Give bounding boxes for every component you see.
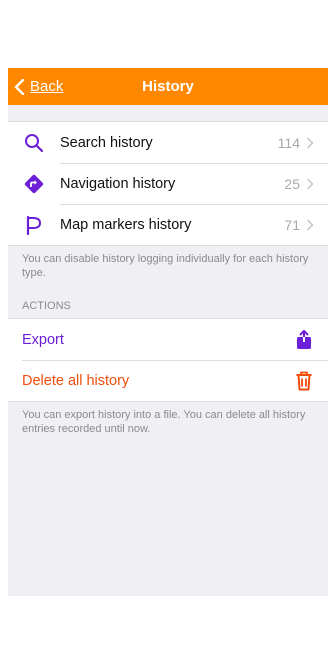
search-icon bbox=[25, 133, 44, 152]
map-markers-history-count: 71 bbox=[284, 216, 300, 233]
navigation-bar: Back History bbox=[8, 68, 328, 105]
navigation-history-count: 25 bbox=[284, 175, 300, 192]
trash-icon bbox=[296, 371, 312, 390]
navigation-history-row[interactable]: Navigation history 25 bbox=[8, 163, 328, 204]
chevron-right-icon bbox=[306, 218, 314, 231]
app-screen: Back History Search history 114 Navigati… bbox=[8, 68, 328, 596]
actions-header: ACTIONS bbox=[22, 300, 71, 312]
navigation-history-label: Navigation history bbox=[60, 175, 176, 192]
search-history-count: 114 bbox=[277, 134, 300, 151]
map-markers-history-row[interactable]: Map markers history 71 bbox=[8, 204, 328, 245]
map-markers-history-label: Map markers history bbox=[60, 216, 192, 233]
chevron-right-icon bbox=[306, 136, 314, 149]
actions-note: You can export history into a file. You … bbox=[22, 409, 306, 435]
search-history-row[interactable]: Search history 114 bbox=[8, 122, 328, 163]
delete-all-history-label: Delete all history bbox=[22, 372, 130, 389]
chevron-right-icon bbox=[306, 177, 314, 190]
search-history-label: Search history bbox=[60, 134, 153, 151]
back-label: Back bbox=[30, 78, 64, 95]
flag-icon bbox=[26, 215, 42, 235]
history-note: You can disable history logging individu… bbox=[22, 253, 309, 279]
export-button[interactable]: Export bbox=[8, 319, 328, 360]
share-icon bbox=[297, 329, 311, 349]
chevron-left-icon bbox=[14, 78, 25, 95]
navigation-icon bbox=[24, 174, 44, 193]
delete-all-history-button[interactable]: Delete all history bbox=[8, 360, 328, 401]
actions-list: Export Delete all history bbox=[8, 318, 328, 402]
back-button[interactable]: Back bbox=[14, 68, 63, 105]
export-label: Export bbox=[22, 331, 64, 348]
history-list: Search history 114 Navigation history 25 bbox=[8, 121, 328, 246]
